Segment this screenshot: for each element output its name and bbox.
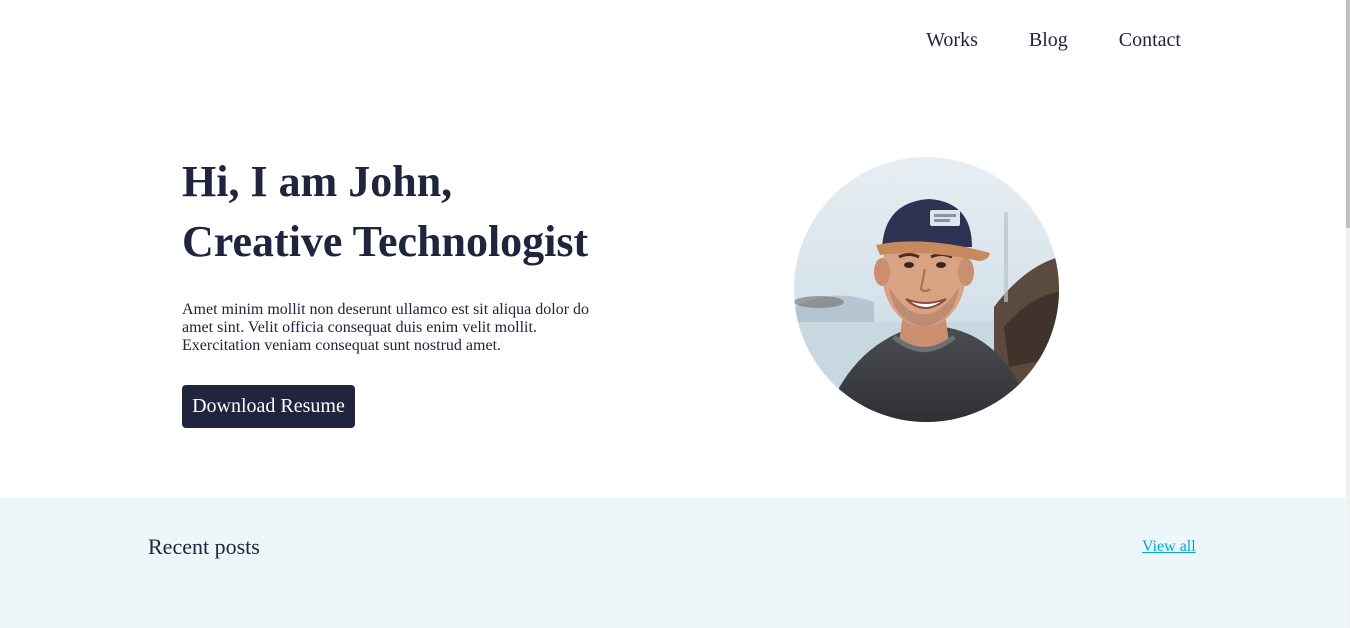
avatar-photo bbox=[794, 157, 1059, 422]
download-resume-button[interactable]: Download Resume bbox=[182, 385, 355, 428]
recent-posts-section: Recent posts View all bbox=[0, 498, 1346, 628]
avatar bbox=[794, 157, 1059, 422]
scrollbar-thumb[interactable] bbox=[1346, 0, 1350, 228]
hero-title-line2: Creative Technologist bbox=[182, 217, 589, 266]
nav-item-works[interactable]: Works bbox=[926, 28, 978, 52]
hero-description: Amet minim mollit non deserunt ullamco e… bbox=[182, 301, 590, 354]
hero-title: Hi, I am John, Creative Technologist bbox=[182, 152, 588, 272]
page: Works Blog Contact Hi, I am John, Creati… bbox=[0, 0, 1350, 628]
nav-item-blog[interactable]: Blog bbox=[1029, 28, 1068, 52]
view-all-link[interactable]: View all bbox=[1142, 538, 1196, 556]
nav-item-contact[interactable]: Contact bbox=[1119, 28, 1181, 52]
top-nav: Works Blog Contact bbox=[926, 28, 1181, 52]
recent-posts-title: Recent posts bbox=[148, 534, 260, 559]
scrollbar[interactable] bbox=[1346, 0, 1350, 628]
hero-title-line1: Hi, I am John, bbox=[182, 157, 453, 206]
